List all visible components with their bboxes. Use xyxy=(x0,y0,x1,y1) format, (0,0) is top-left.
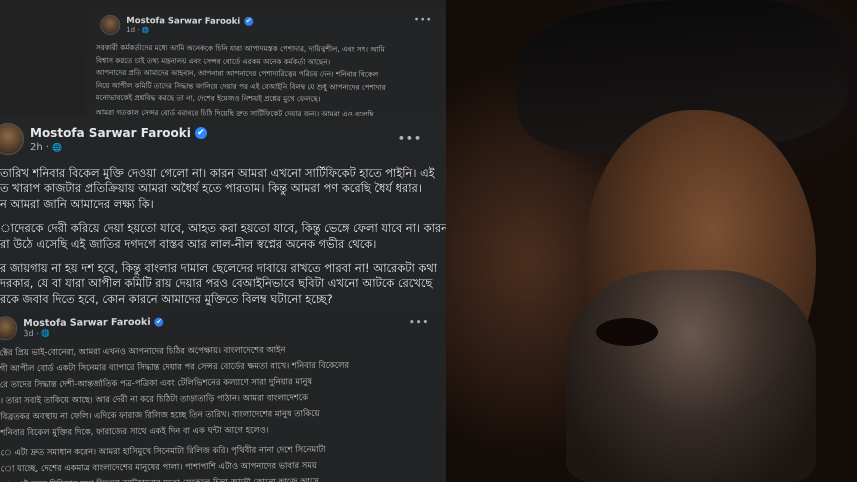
post-paragraph: ত খারাপ কাজটার প্রতিক্রিয়ায় আমরা অধৈর্… xyxy=(0,181,422,196)
post-header: Mostofa Sarwar Farooki ✔ 3d · 🌐 ••• xyxy=(0,312,445,341)
post-body: সরকারী কর্মকর্তাদের মধ্যে আমি অনেককে চিন… xyxy=(96,43,437,120)
post-paragraph: নিয়ে আপীল কমিটি তাদের সিদ্ধান্ত জানিয়ে… xyxy=(95,80,386,92)
post-paragraph: ে, এই নতুন মিডিয়ার যুগে সিনেমা আটকানোর … xyxy=(1,474,446,482)
globe-icon: 🌐 xyxy=(41,329,50,338)
portrait-photo xyxy=(446,0,857,482)
post-time[interactable]: 2h · xyxy=(30,142,52,153)
post-card-2: Mostofa Sarwar Farooki ✔ 2h · 🌐 ••• তারিখ… xyxy=(0,116,446,312)
post-paragraph: ন আমরা জানি আমাদের লক্ষ্য কি। xyxy=(0,196,154,211)
avatar[interactable] xyxy=(100,14,121,35)
author-name[interactable]: Mostofa Sarwar Farooki xyxy=(30,126,191,140)
beard xyxy=(566,270,816,482)
post-paragraph: ে এটা দ্রুত সমাধান করেন। আমরা হাসিমুখে স… xyxy=(0,443,326,458)
post-body: ক্টের প্রিয় ভাই-বোনেরা, আমরা এখনও আপনাদ… xyxy=(0,342,446,482)
post-paragraph: বিশ্বাস করতে চাই তথ্য মন্ত্রনালয় এবং সে… xyxy=(95,55,331,67)
post-paragraph: র জায়গায় না হয় দশ হবে, কিন্তু বাংলার … xyxy=(0,261,438,276)
facebook-posts-collage: Mostofa Sarwar Farooki ✔ 1d · 🌐 ••• সরকার… xyxy=(0,0,446,482)
post-paragraph: তারিখ শনিবার বিকেল মুক্তি দেওয়া গেলো না… xyxy=(0,166,435,180)
mouth xyxy=(596,318,658,346)
globe-icon: 🌐 xyxy=(141,27,150,35)
post-paragraph: গী আপীল বোর্ড একটা সিনেমার ব্যাপারে সিদ্… xyxy=(0,359,350,374)
post-card-3: Mostofa Sarwar Farooki ✔ 3d · 🌐 ••• ক্টের… xyxy=(0,303,446,482)
author-name[interactable]: Mostofa Sarwar Farooki xyxy=(23,317,150,329)
post-time[interactable]: 1d · xyxy=(126,26,142,34)
more-options-icon[interactable]: ••• xyxy=(414,15,432,24)
verified-badge-icon: ✔ xyxy=(244,16,254,26)
post-paragraph: শনিবার বিকেল মুক্তির দিকে, ফারাজের সাথে … xyxy=(0,424,269,438)
globe-icon: 🌐 xyxy=(52,142,63,152)
post-header: Mostofa Sarwar Farooki ✔ 2h · 🌐 ••• xyxy=(0,123,446,155)
post-paragraph: রা উঠে এসেছি এই জাতির দগদগে বাস্তব আর লা… xyxy=(0,236,377,251)
post-card-1: Mostofa Sarwar Farooki ✔ 1d · 🌐 ••• সরকার… xyxy=(85,6,446,122)
verified-badge-icon: ✔ xyxy=(194,127,207,139)
post-paragraph: । তারা সবাই তাকিয়ে আছে। আর দেরী না করে … xyxy=(0,392,309,406)
more-options-icon[interactable]: ••• xyxy=(409,318,429,328)
post-paragraph: মনোভাবকেই প্রশ্নবিদ্ধ করছে তা না, দেশের … xyxy=(95,93,321,104)
post-paragraph: আপনাদের প্রতি আমাদের আহবান, আপনারা আপনাদ… xyxy=(95,68,379,79)
post-paragraph: াদেরকে দেরী করিয়ে দেয়া হয়তো যাবে, আহত… xyxy=(0,221,446,236)
post-header: Mostofa Sarwar Farooki ✔ 1d · 🌐 ••• xyxy=(96,13,436,39)
post-paragraph: রে তাদের সিদ্ধান্ত দেশী-আন্তর্জাতিক পত্র… xyxy=(0,376,313,390)
more-options-icon[interactable]: ••• xyxy=(398,132,422,145)
post-paragraph: দরকার, যে বা যারা আপীল কমিটি রায় দেয়ার… xyxy=(0,276,433,291)
avatar[interactable] xyxy=(0,123,24,155)
verified-badge-icon: ✔ xyxy=(154,317,164,327)
post-paragraph: বিব্রতকর অবস্থায় না ফেলি। এদিকে ফারাজ র… xyxy=(0,407,320,422)
post-paragraph: ক্টের প্রিয় ভাই-বোনেরা, আমরা এখনও আপনাদ… xyxy=(0,344,286,358)
post-time[interactable]: 3d · xyxy=(23,329,41,338)
post-paragraph: সরকারী কর্মকর্তাদের মধ্যে আমি অনেককে চিন… xyxy=(96,42,385,54)
avatar[interactable] xyxy=(0,316,18,341)
post-paragraph: ো যাচ্ছে, দেশের একমাত্র বাংলাদেশের মানুষ… xyxy=(0,460,317,474)
post-body: তারিখ শনিবার বিকেল মুক্তি দেওয়া গেলো না… xyxy=(0,166,446,307)
